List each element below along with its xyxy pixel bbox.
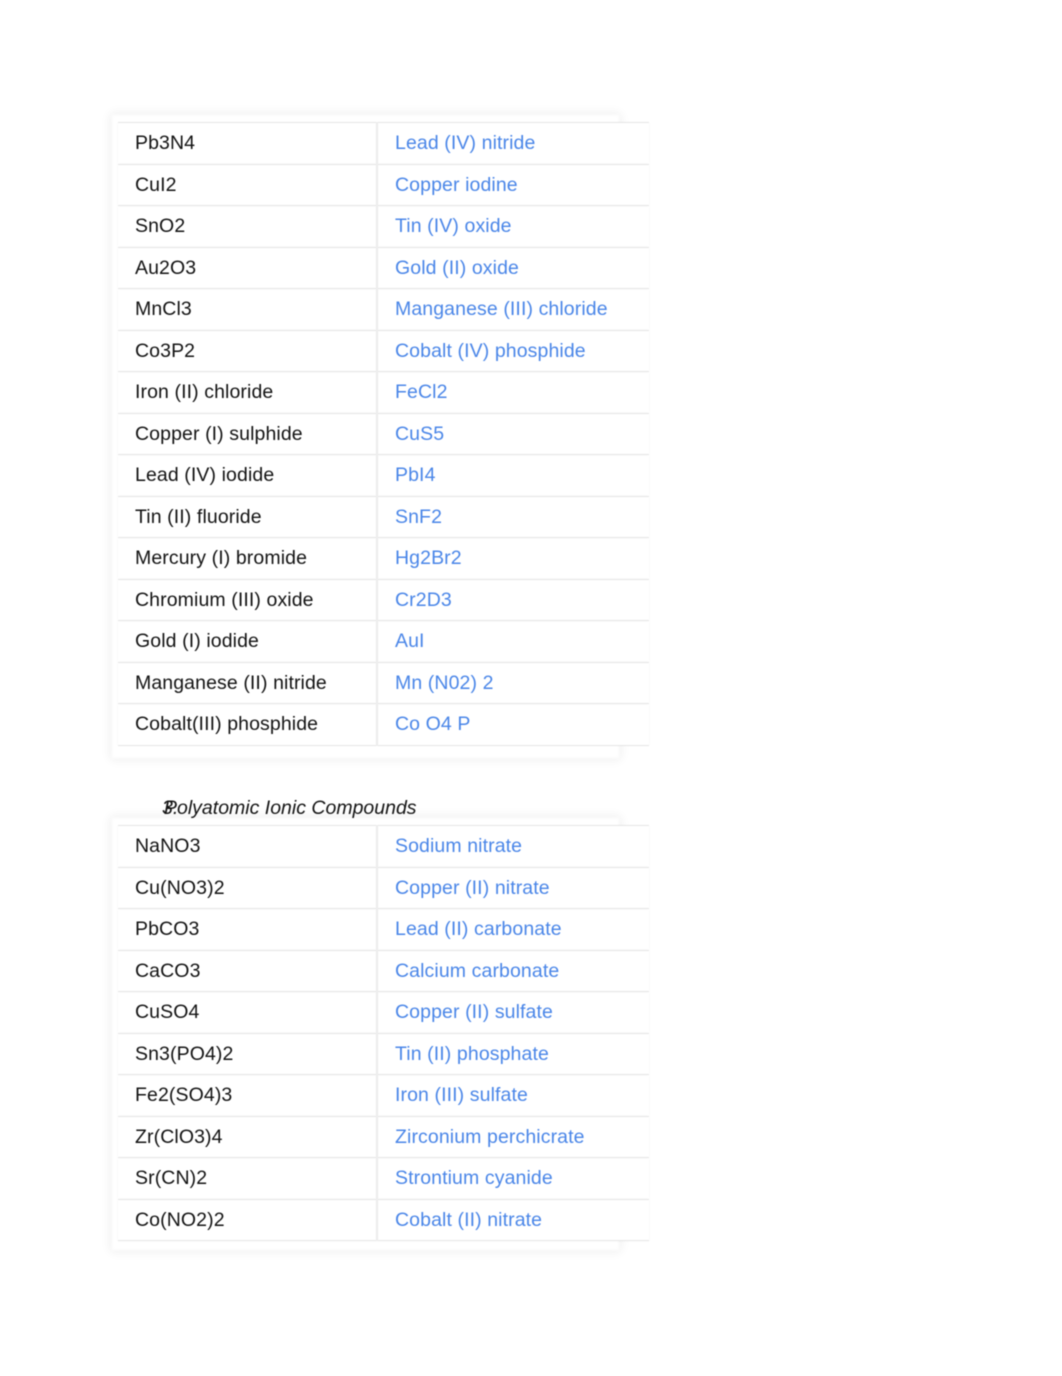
cell-name: Copper iodine	[377, 163, 649, 206]
cell-name: Sodium nitrate	[377, 825, 649, 868]
cell-name: Lead (IV) nitride	[377, 122, 649, 165]
binary-ionic-compounds-table: Pb3N4 Lead (IV) nitride CuI2 Copper iodine S…	[118, 122, 649, 746]
table-row: CaCO3 Calcium carbonate	[118, 949, 649, 992]
cell-formula: MnCl3	[118, 288, 378, 331]
cell-formula: Pb3N4	[118, 122, 378, 165]
cell-formula: Sr(CN)2	[118, 1157, 378, 1200]
cell-formula: Tin (II) fluoride	[118, 495, 378, 538]
table-row: Lead (IV) iodide PbI4	[118, 454, 649, 497]
section-heading-number: 3.	[162, 797, 179, 819]
table-row: MnCl3 Manganese (III) chloride	[118, 288, 649, 331]
cell-formula: PbCO3	[118, 908, 378, 951]
cell-formula: SnO2	[118, 205, 378, 248]
cell-formula: Cu(NO3)2	[118, 866, 378, 909]
cell-formula: Fe2(SO4)3	[118, 1074, 378, 1117]
cell-name: Mn (N02) 2	[377, 661, 649, 704]
cell-name: Copper (II) nitrate	[377, 866, 649, 909]
cell-formula: Chromium (III) oxide	[118, 578, 378, 621]
cell-name: Cobalt (IV) phosphide	[377, 329, 649, 372]
cell-name: PbI4	[377, 454, 649, 497]
table-row: Sn3(PO4)2 Tin (II) phosphate	[118, 1032, 649, 1075]
cell-formula: Co(NO2)2	[118, 1198, 378, 1241]
polyatomic-compounds-table: NaNO3 Sodium nitrate Cu(NO3)2 Copper (II) n…	[118, 825, 649, 1241]
cell-name: Cobalt (II) nitrate	[377, 1198, 649, 1241]
table-row: Chromium (III) oxide Cr2D3	[118, 578, 649, 621]
cell-name: SnF2	[377, 495, 649, 538]
cell-name: Iron (III) sulfate	[377, 1074, 649, 1117]
table-row: Cu(NO3)2 Copper (II) nitrate	[118, 866, 649, 909]
table-row: Manganese (II) nitride Mn (N02) 2	[118, 661, 649, 704]
table-row: CuSO4 Copper (II) sulfate	[118, 991, 649, 1034]
section-heading-title: Polyatomic Ionic Compounds	[164, 797, 417, 819]
table-row: Co3P2 Cobalt (IV) phosphide	[118, 329, 649, 372]
table-row: Copper (I) sulphide CuS5	[118, 412, 649, 455]
cell-formula: CuI2	[118, 163, 378, 206]
cell-formula: Cobalt(III) phosphide	[118, 703, 378, 746]
cell-name: Zirconium perchicrate	[377, 1115, 649, 1158]
cell-name: Cr2D3	[377, 578, 649, 621]
polyatomic-table-body: NaNO3 Sodium nitrate Cu(NO3)2 Copper (II) n…	[118, 825, 649, 1241]
table-row: Au2O3 Gold (II) oxide	[118, 246, 649, 289]
document-page: Pb3N4 Lead (IV) nitride CuI2 Copper iodine S…	[0, 0, 1062, 1376]
cell-name: Gold (II) oxide	[377, 246, 649, 289]
cell-name: Lead (II) carbonate	[377, 908, 649, 951]
cell-name: Tin (IV) oxide	[377, 205, 649, 248]
cell-name: FeCl2	[377, 371, 649, 414]
cell-name: Copper (II) sulfate	[377, 991, 649, 1034]
table-row: Sr(CN)2 Strontium cyanide	[118, 1157, 649, 1200]
table-row: Zr(ClO3)4 Zirconium perchicrate	[118, 1115, 649, 1158]
cell-name: Co O4 P	[377, 703, 649, 746]
cell-formula: Au2O3	[118, 246, 378, 289]
cell-formula: Iron (II) chloride	[118, 371, 378, 414]
table-row: SnO2 Tin (IV) oxide	[118, 205, 649, 248]
binary-ionic-table-body: Pb3N4 Lead (IV) nitride CuI2 Copper iodine S…	[118, 122, 649, 746]
cell-name: Strontium cyanide	[377, 1157, 649, 1200]
cell-formula: Zr(ClO3)4	[118, 1115, 378, 1158]
cell-name: Manganese (III) chloride	[377, 288, 649, 331]
cell-formula: NaNO3	[118, 825, 378, 868]
table-row: Iron (II) chloride FeCl2	[118, 371, 649, 414]
cell-formula: Co3P2	[118, 329, 378, 372]
table-row: Gold (I) iodide AuI	[118, 620, 649, 663]
cell-name: Hg2Br2	[377, 537, 649, 580]
section-heading-polyatomic: 3. Polyatomic Ionic Compounds	[118, 797, 638, 820]
cell-formula: Sn3(PO4)2	[118, 1032, 378, 1075]
table-row: Fe2(SO4)3 Iron (III) sulfate	[118, 1074, 649, 1117]
table-row: Tin (II) fluoride SnF2	[118, 495, 649, 538]
cell-name: CuS5	[377, 412, 649, 455]
cell-formula: Mercury (I) bromide	[118, 537, 378, 580]
cell-formula: Manganese (II) nitride	[118, 661, 378, 704]
table-row: Co(NO2)2 Cobalt (II) nitrate	[118, 1198, 649, 1241]
table-row: PbCO3 Lead (II) carbonate	[118, 908, 649, 951]
table-row: Mercury (I) bromide Hg2Br2	[118, 537, 649, 580]
cell-formula: CaCO3	[118, 949, 378, 992]
cell-name: Calcium carbonate	[377, 949, 649, 992]
cell-name: AuI	[377, 620, 649, 663]
table-row: Cobalt(III) phosphide Co O4 P	[118, 703, 649, 746]
cell-formula: CuSO4	[118, 991, 378, 1034]
table-row: NaNO3 Sodium nitrate	[118, 825, 649, 868]
cell-name: Tin (II) phosphate	[377, 1032, 649, 1075]
cell-formula: Copper (I) sulphide	[118, 412, 378, 455]
cell-formula: Gold (I) iodide	[118, 620, 378, 663]
table-row: Pb3N4 Lead (IV) nitride	[118, 122, 649, 165]
table-row: CuI2 Copper iodine	[118, 163, 649, 206]
cell-formula: Lead (IV) iodide	[118, 454, 378, 497]
